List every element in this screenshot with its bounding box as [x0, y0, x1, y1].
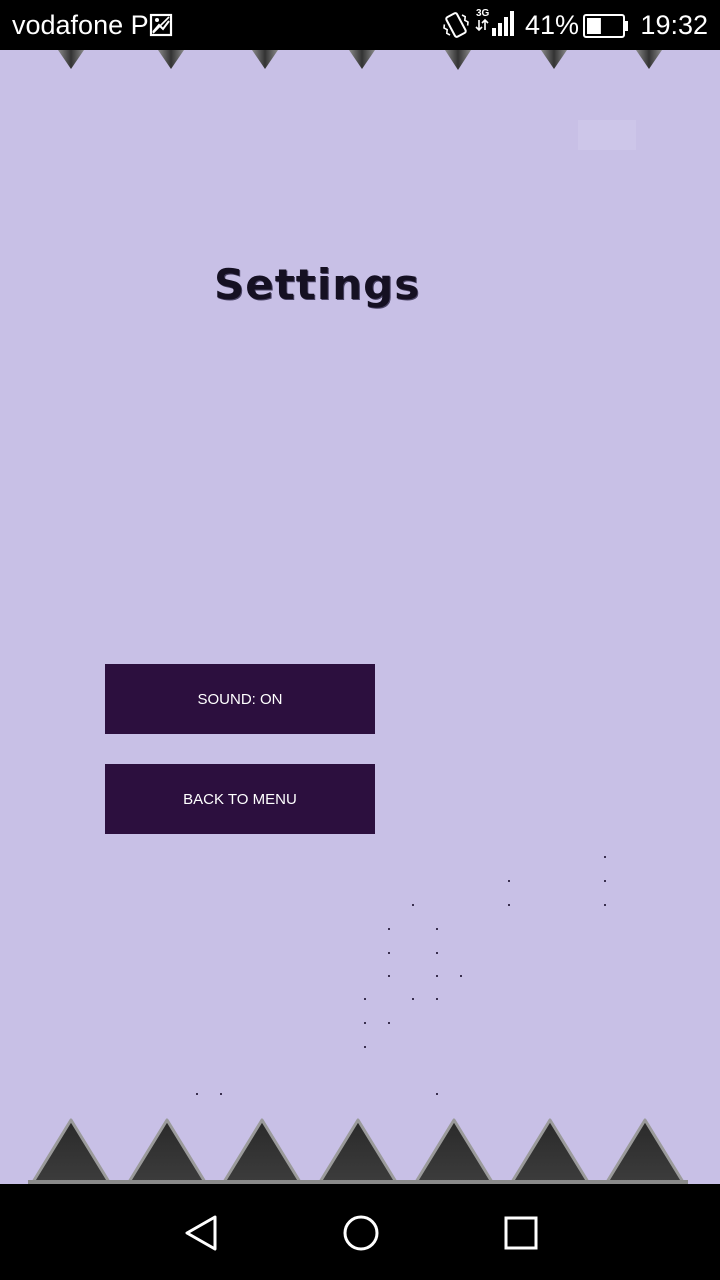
vibrate-icon: [443, 12, 469, 38]
spike: [222, 1118, 302, 1184]
recent-apps-icon[interactable]: [500, 1212, 542, 1254]
signal-icon: 3G: [475, 8, 514, 36]
game-area: Settings SOUND: ON BACK TO MENU: [0, 50, 720, 1184]
gallery-icon: [149, 13, 173, 37]
spike: [510, 1118, 590, 1184]
spike: [605, 1118, 685, 1184]
carrier-name: vodafone P: [12, 10, 149, 40]
bottom-spikes: [28, 1118, 688, 1184]
back-icon[interactable]: [181, 1213, 221, 1253]
spike: [318, 1118, 398, 1184]
home-icon[interactable]: [340, 1212, 382, 1254]
battery-icon: [583, 14, 628, 38]
clock: 19:32: [640, 10, 708, 40]
spike: [31, 1118, 111, 1184]
particle-dots: [196, 856, 606, 1095]
spike: [127, 1118, 207, 1184]
spike: [414, 1118, 494, 1184]
battery-percentage: 41%: [525, 10, 580, 40]
svg-text:3G: 3G: [476, 8, 490, 19]
navigation-bar: [0, 1184, 720, 1280]
status-bar: vodafone P 3G 41% 19:32: [0, 0, 720, 50]
